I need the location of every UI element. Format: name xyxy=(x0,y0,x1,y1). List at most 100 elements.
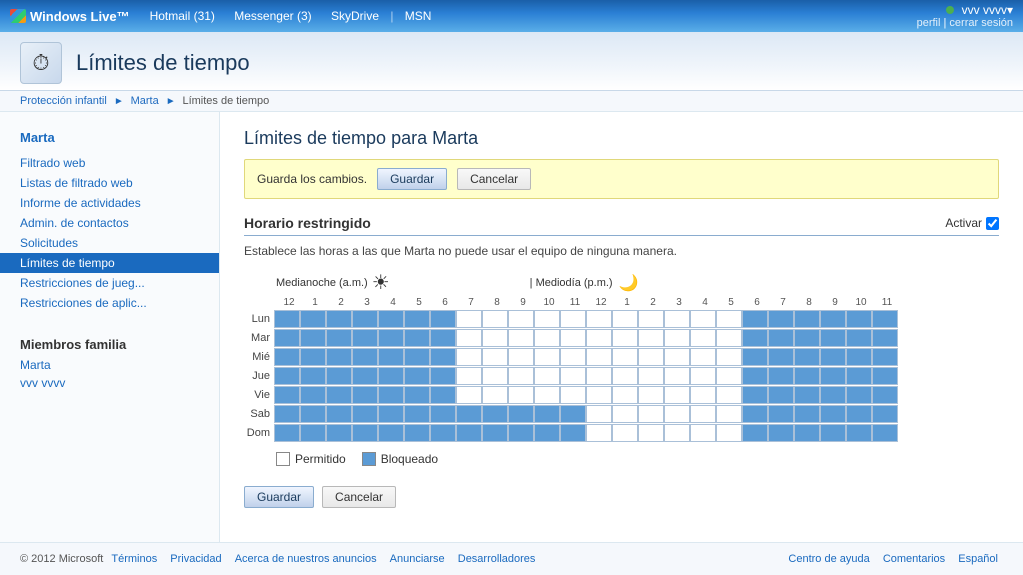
sidebar-item-restricciones-juegos[interactable]: Restricciones de jueg... xyxy=(0,273,219,293)
grid-cell-mar-9[interactable] xyxy=(508,329,534,347)
grid-cell-lun-23[interactable] xyxy=(872,310,898,328)
nav-skydrive[interactable]: SkyDrive xyxy=(323,9,387,23)
sidebar-item-limites-tiempo[interactable]: Límites de tiempo xyxy=(0,253,219,273)
grid-cell-dom-20[interactable] xyxy=(794,424,820,442)
grid-cell-jue-23[interactable] xyxy=(872,367,898,385)
grid-cell-sab-1[interactable] xyxy=(300,405,326,423)
grid-cell-lun-7[interactable] xyxy=(456,310,482,328)
grid-cell-lun-1[interactable] xyxy=(300,310,326,328)
grid-cell-sab-7[interactable] xyxy=(456,405,482,423)
grid-cell-dom-2[interactable] xyxy=(326,424,352,442)
grid-cell-dom-21[interactable] xyxy=(820,424,846,442)
grid-cell-lun-18[interactable] xyxy=(742,310,768,328)
sidebar-item-admin-contactos[interactable]: Admin. de contactos xyxy=(0,213,219,233)
grid-cell-dom-22[interactable] xyxy=(846,424,872,442)
grid-cell-jue-7[interactable] xyxy=(456,367,482,385)
breadcrumb-marta[interactable]: Marta xyxy=(131,95,159,107)
grid-cell-lun-3[interactable] xyxy=(352,310,378,328)
grid-cell-dom-17[interactable] xyxy=(716,424,742,442)
grid-cell-mié-2[interactable] xyxy=(326,348,352,366)
grid-cell-dom-5[interactable] xyxy=(404,424,430,442)
grid-cell-dom-10[interactable] xyxy=(534,424,560,442)
grid-cell-mié-9[interactable] xyxy=(508,348,534,366)
grid-cell-vie-15[interactable] xyxy=(664,386,690,404)
grid-cell-lun-10[interactable] xyxy=(534,310,560,328)
grid-cell-mar-5[interactable] xyxy=(404,329,430,347)
grid-cell-jue-14[interactable] xyxy=(638,367,664,385)
grid-cell-vie-17[interactable] xyxy=(716,386,742,404)
grid-cell-sab-2[interactable] xyxy=(326,405,352,423)
grid-cell-vie-22[interactable] xyxy=(846,386,872,404)
grid-cell-sab-8[interactable] xyxy=(482,405,508,423)
grid-cell-mar-15[interactable] xyxy=(664,329,690,347)
grid-cell-mar-23[interactable] xyxy=(872,329,898,347)
grid-cell-vie-3[interactable] xyxy=(352,386,378,404)
grid-cell-mié-10[interactable] xyxy=(534,348,560,366)
grid-cell-mié-13[interactable] xyxy=(612,348,638,366)
grid-cell-vie-6[interactable] xyxy=(430,386,456,404)
sidebar-item-filtrado-web[interactable]: Filtrado web xyxy=(0,153,219,173)
grid-cell-mar-16[interactable] xyxy=(690,329,716,347)
grid-cell-lun-14[interactable] xyxy=(638,310,664,328)
footer-comentarios[interactable]: Comentarios xyxy=(883,553,945,565)
grid-cell-vie-20[interactable] xyxy=(794,386,820,404)
grid-cell-mié-0[interactable] xyxy=(274,348,300,366)
grid-cell-lun-22[interactable] xyxy=(846,310,872,328)
grid-cell-vie-4[interactable] xyxy=(378,386,404,404)
grid-cell-vie-21[interactable] xyxy=(820,386,846,404)
grid-cell-mié-11[interactable] xyxy=(560,348,586,366)
grid-cell-sab-13[interactable] xyxy=(612,405,638,423)
nav-msn[interactable]: MSN xyxy=(397,9,440,23)
grid-cell-mié-20[interactable] xyxy=(794,348,820,366)
grid-cell-dom-1[interactable] xyxy=(300,424,326,442)
grid-cell-sab-15[interactable] xyxy=(664,405,690,423)
grid-cell-dom-7[interactable] xyxy=(456,424,482,442)
cancel-button-bottom[interactable]: Cancelar xyxy=(322,486,396,508)
grid-cell-dom-14[interactable] xyxy=(638,424,664,442)
grid-cell-jue-17[interactable] xyxy=(716,367,742,385)
grid-cell-vie-19[interactable] xyxy=(768,386,794,404)
grid-cell-dom-3[interactable] xyxy=(352,424,378,442)
grid-cell-lun-20[interactable] xyxy=(794,310,820,328)
grid-cell-sab-6[interactable] xyxy=(430,405,456,423)
grid-cell-sab-14[interactable] xyxy=(638,405,664,423)
grid-cell-vie-9[interactable] xyxy=(508,386,534,404)
save-button-top[interactable]: Guardar xyxy=(377,168,447,190)
grid-cell-mar-1[interactable] xyxy=(300,329,326,347)
nav-hotmail[interactable]: Hotmail (31) xyxy=(142,9,223,23)
grid-cell-lun-4[interactable] xyxy=(378,310,404,328)
grid-cell-lun-16[interactable] xyxy=(690,310,716,328)
grid-cell-vie-8[interactable] xyxy=(482,386,508,404)
grid-cell-mié-5[interactable] xyxy=(404,348,430,366)
activate-checkbox[interactable] xyxy=(986,217,999,230)
grid-cell-sab-17[interactable] xyxy=(716,405,742,423)
footer-anuncios[interactable]: Acerca de nuestros anuncios xyxy=(235,553,377,565)
grid-cell-vie-1[interactable] xyxy=(300,386,326,404)
grid-cell-dom-18[interactable] xyxy=(742,424,768,442)
grid-cell-dom-13[interactable] xyxy=(612,424,638,442)
grid-cell-dom-19[interactable] xyxy=(768,424,794,442)
grid-cell-vie-18[interactable] xyxy=(742,386,768,404)
grid-cell-jue-18[interactable] xyxy=(742,367,768,385)
grid-cell-vie-13[interactable] xyxy=(612,386,638,404)
grid-cell-dom-8[interactable] xyxy=(482,424,508,442)
grid-cell-jue-4[interactable] xyxy=(378,367,404,385)
grid-cell-sab-12[interactable] xyxy=(586,405,612,423)
grid-cell-mar-7[interactable] xyxy=(456,329,482,347)
profile-link[interactable]: perfil xyxy=(917,17,941,29)
grid-cell-mié-17[interactable] xyxy=(716,348,742,366)
grid-cell-jue-15[interactable] xyxy=(664,367,690,385)
grid-cell-mié-15[interactable] xyxy=(664,348,690,366)
save-button-bottom[interactable]: Guardar xyxy=(244,486,314,508)
grid-cell-mié-21[interactable] xyxy=(820,348,846,366)
grid-cell-mié-16[interactable] xyxy=(690,348,716,366)
grid-cell-mar-22[interactable] xyxy=(846,329,872,347)
grid-cell-vie-7[interactable] xyxy=(456,386,482,404)
footer-terminos[interactable]: Términos xyxy=(111,553,157,565)
grid-cell-mar-3[interactable] xyxy=(352,329,378,347)
grid-cell-dom-4[interactable] xyxy=(378,424,404,442)
grid-cell-sab-19[interactable] xyxy=(768,405,794,423)
grid-cell-mié-19[interactable] xyxy=(768,348,794,366)
footer-desarrolladores[interactable]: Desarrolladores xyxy=(458,553,536,565)
grid-cell-dom-6[interactable] xyxy=(430,424,456,442)
